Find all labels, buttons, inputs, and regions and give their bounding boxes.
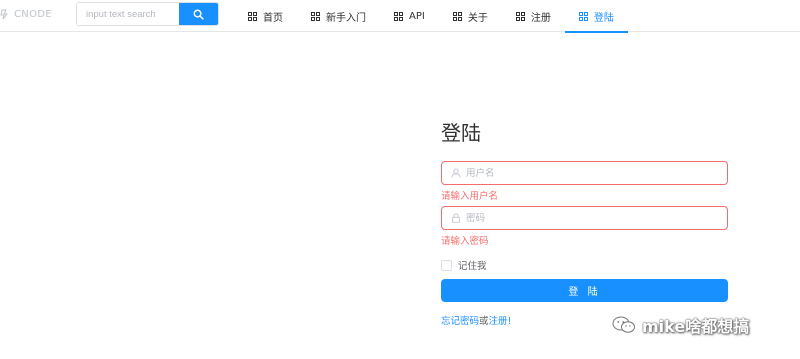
lock-icon [452, 213, 460, 223]
forgot-password-link[interactable]: 忘记密码 [441, 316, 479, 327]
register-link[interactable]: 注册! [489, 316, 512, 327]
menu-grid-icon [578, 11, 588, 21]
nav-label: 注册 [530, 12, 551, 24]
logo-text: CNODE [14, 8, 52, 20]
username-error: 请输入用户名 [441, 191, 499, 202]
user-icon [451, 168, 461, 178]
auth-links: 忘记密码或注册! [441, 313, 511, 327]
or-text: 或 [479, 316, 489, 327]
nav-label: 登陆 [593, 12, 614, 24]
login-button[interactable]: 登 陆 [441, 279, 728, 302]
wechat-icon [612, 316, 635, 333]
menu-grid-icon [515, 11, 525, 21]
page-title: 登陆 [441, 121, 481, 145]
password-field[interactable] [441, 206, 728, 230]
username-field[interactable] [441, 161, 728, 185]
nav-item-register[interactable]: 注册 [502, 0, 565, 32]
password-input[interactable] [466, 212, 706, 224]
menu-grid-icon [452, 11, 462, 21]
nav-item-about[interactable]: 关于 [439, 0, 502, 32]
nav-label: API [409, 10, 425, 22]
logo-icon [0, 9, 9, 20]
search-button[interactable] [179, 3, 218, 25]
username-input[interactable] [466, 167, 706, 179]
menu-grid-icon [311, 11, 320, 21]
nav-item-api[interactable]: API [380, 0, 439, 32]
nav-label: 首页 [263, 12, 283, 24]
menu-grid-icon [248, 11, 257, 21]
nav-label: 关于 [467, 12, 488, 24]
password-error: 请输入密码 [441, 236, 489, 247]
login-form: 登陆 请输入用户名 请输入密码 记住我 登 陆 忘记密码或注册! [441, 118, 728, 327]
menu-grid-icon [394, 11, 403, 21]
search-input[interactable] [77, 3, 179, 25]
search-box [76, 2, 219, 26]
nav-item-getting-started[interactable]: 新手入门 [297, 0, 380, 32]
nav-item-login[interactable]: 登陆 [564, 0, 628, 33]
top-navbar: CNODE 首页 新手入 [0, 0, 800, 33]
watermark-text: mike啥都想搞 [642, 317, 750, 336]
logo[interactable]: CNODE [0, 8, 52, 20]
nav-item-home[interactable]: 首页 [234, 0, 297, 32]
remember-checkbox[interactable] [441, 259, 452, 271]
search-icon [193, 9, 204, 20]
main-nav: 首页 新手入门 API 关于 注册 登陆 [234, 0, 628, 33]
remember-label: 记住我 [458, 261, 487, 272]
nav-label: 新手入门 [326, 12, 366, 24]
remember-me[interactable]: 记住我 [441, 258, 487, 272]
watermark: mike啥都想搞 [612, 313, 749, 337]
